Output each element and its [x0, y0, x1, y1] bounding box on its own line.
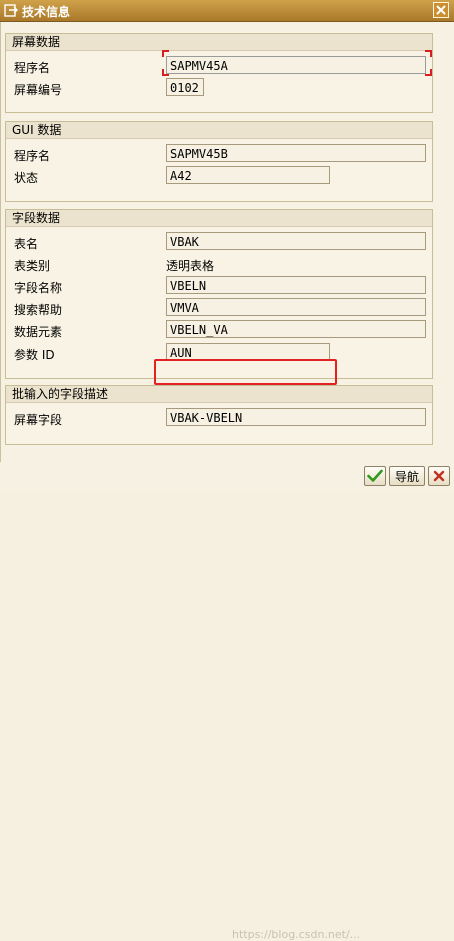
navigate-button[interactable]: 导航 — [389, 466, 425, 486]
program-name-label: 程序名 — [14, 61, 51, 75]
focus-corner — [162, 69, 169, 76]
screen-data-group: 屏幕数据 程序名 SAPMV45A 屏幕编号 0102 — [5, 33, 433, 113]
screen-number-field[interactable]: 0102 — [166, 78, 204, 96]
button-bar: https://blog.csdn.net/... 导航 — [0, 462, 454, 941]
focus-corner — [425, 50, 432, 57]
close-button[interactable] — [433, 2, 449, 18]
gui-program-name-field[interactable]: SAPMV45B — [166, 144, 426, 162]
title-bar: 技术信息 — [0, 0, 454, 22]
confirm-button[interactable] — [364, 466, 386, 486]
program-name-field[interactable]: SAPMV45A — [166, 56, 426, 74]
window-title: 技术信息 — [22, 5, 71, 19]
parameter-id-highlight — [154, 359, 337, 385]
field-data-group: 字段数据 表名 VBAK 表类别 透明表格 字段名称 VBELN 搜索帮助 VM… — [5, 209, 433, 379]
screen-number-label: 屏幕编号 — [14, 83, 63, 97]
table-type-value: 透明表格 — [166, 259, 215, 273]
check-icon — [367, 469, 383, 482]
screen-field-label: 屏幕字段 — [14, 413, 63, 427]
watermark-text: https://blog.csdn.net/... — [232, 928, 361, 941]
table-type-label: 表类别 — [14, 259, 51, 273]
batch-input-group: 批输入的字段描述 屏幕字段 VBAK-VBELN — [5, 385, 433, 445]
data-element-field[interactable]: VBELN_VA — [166, 320, 426, 338]
status-label: 状态 — [14, 171, 39, 185]
field-name-field[interactable]: VBELN — [166, 276, 426, 294]
gui-data-group: GUI 数据 程序名 SAPMV45B 状态 A42 — [5, 121, 433, 202]
table-name-field[interactable]: VBAK — [166, 232, 426, 250]
focus-corner — [425, 69, 432, 76]
close-icon — [433, 470, 445, 482]
window-icon — [4, 4, 18, 17]
field-data-header: 字段数据 — [6, 210, 432, 227]
batch-input-header: 批输入的字段描述 — [6, 386, 432, 403]
dialog-content: 屏幕数据 程序名 SAPMV45A 屏幕编号 0102 GUI 数据 程序名 S… — [0, 22, 454, 492]
focus-corner — [162, 50, 169, 57]
field-name-label: 字段名称 — [14, 281, 63, 295]
screen-field-field[interactable]: VBAK-VBELN — [166, 408, 426, 426]
close-action-button[interactable] — [428, 466, 450, 486]
search-help-label: 搜索帮助 — [14, 303, 63, 317]
screen-data-header: 屏幕数据 — [6, 34, 432, 51]
data-element-label: 数据元素 — [14, 325, 63, 339]
parameter-id-label: 参数 ID — [14, 348, 55, 362]
table-name-label: 表名 — [14, 237, 39, 251]
close-icon — [436, 5, 446, 15]
status-field[interactable]: A42 — [166, 166, 330, 184]
gui-program-name-label: 程序名 — [14, 149, 51, 163]
gui-data-header: GUI 数据 — [6, 122, 432, 139]
search-help-field[interactable]: VMVA — [166, 298, 426, 316]
